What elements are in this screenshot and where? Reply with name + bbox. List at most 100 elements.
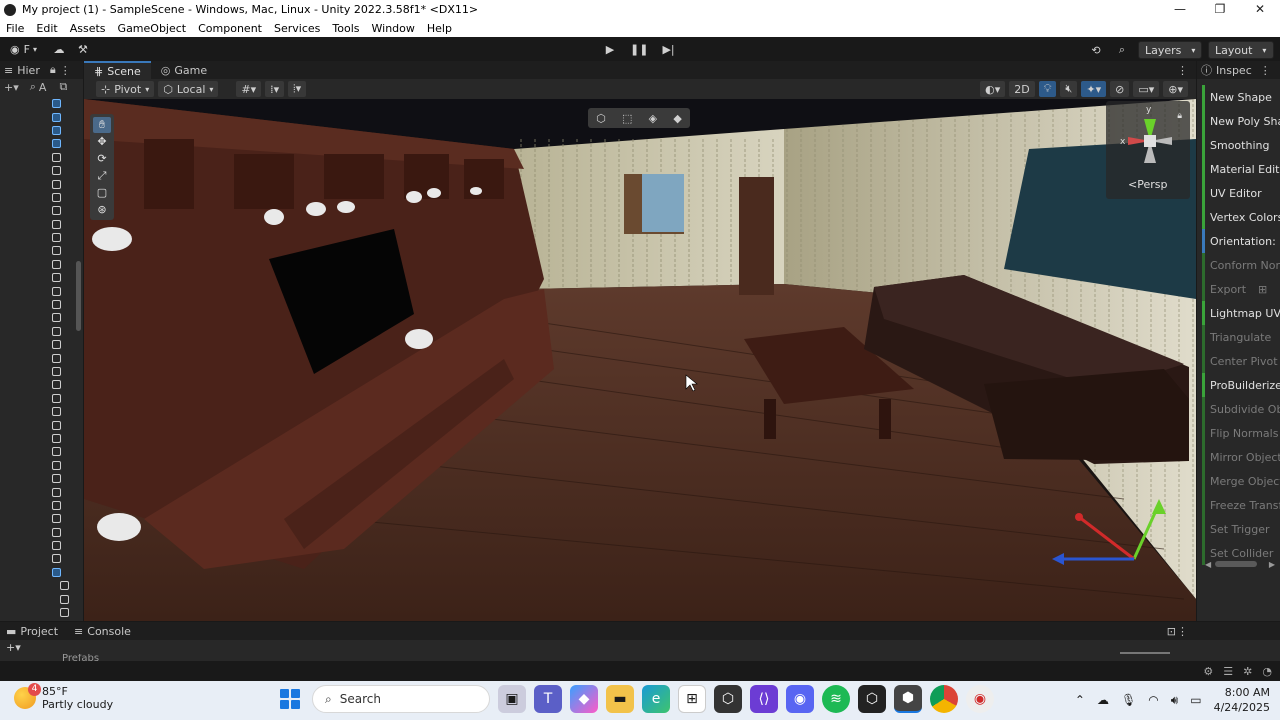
increment-snap-button[interactable]: ⦙▾ [288, 81, 307, 97]
wifi-icon[interactable]: ◠ [1148, 693, 1158, 707]
plus-icon[interactable]: ⊞ [1258, 283, 1267, 296]
spotify-icon[interactable]: ≋ [822, 685, 850, 713]
list-item[interactable] [0, 566, 84, 579]
list-item[interactable] [0, 392, 84, 405]
play-button[interactable]: ▶ [600, 39, 620, 59]
close-button[interactable]: ✕ [1240, 0, 1280, 19]
tab-scene[interactable]: ⋕ Scene [84, 61, 151, 79]
more-icon[interactable]: ⋮ [1177, 64, 1188, 77]
list-item[interactable] [0, 177, 84, 190]
list-item[interactable] [0, 459, 84, 472]
clock[interactable]: 8:00 AM 4/24/2025 [1214, 685, 1270, 715]
scene-visibility-icon[interactable]: ⧉ [59, 80, 67, 94]
pause-button[interactable]: ❚❚ [626, 39, 652, 59]
pb-center-pivot[interactable]: Center Pivot [1202, 349, 1280, 373]
taskbar-search[interactable]: ⌕ Search [312, 685, 490, 713]
windows-start-icon[interactable] [276, 685, 304, 713]
orientation-gizmo[interactable]: y x 🔒︎ <Persp [1106, 101, 1190, 199]
list-item[interactable] [0, 405, 84, 418]
layers-icon[interactable]: ☰ [1223, 665, 1233, 678]
grid-snap-button[interactable]: #▾ [236, 81, 262, 97]
pb-lightmap-uvs[interactable]: Lightmap UVs [1202, 301, 1280, 325]
pb-conform-normals[interactable]: Conform Norma [1202, 253, 1280, 277]
scene-viewport[interactable] [84, 99, 1196, 621]
cloud-button[interactable]: ☁ [49, 39, 69, 59]
list-item[interactable] [0, 231, 84, 244]
list-item[interactable] [0, 418, 84, 431]
pb-freeze-transform[interactable]: Freeze Transfo [1202, 493, 1280, 517]
chevron-left-icon[interactable]: ◀ [1205, 560, 1211, 569]
progress-icon[interactable]: ◔ [1262, 665, 1272, 678]
menu-help[interactable]: Help [421, 22, 458, 35]
pb-subdivide[interactable]: Subdivide Obje [1202, 397, 1280, 421]
list-item[interactable] [0, 378, 84, 391]
recorder-icon[interactable]: ◉ [966, 685, 994, 713]
pb-new-poly-shape[interactable]: New Poly Shap [1202, 109, 1280, 133]
grid-visibility-button[interactable]: ⁞▾ [265, 81, 285, 97]
hidden-objects-toggle[interactable]: ⊘ [1110, 81, 1130, 97]
hierarchy-tab[interactable]: ≡ Hier 🔒︎ ⋮ [0, 61, 83, 79]
list-item[interactable] [0, 552, 84, 565]
pb-smoothing[interactable]: Smoothing [1202, 133, 1280, 157]
hand-tool-icon[interactable]: ✋︎ [93, 116, 111, 133]
list-item[interactable] [0, 244, 84, 257]
list-item[interactable] [0, 472, 84, 485]
menu-window[interactable]: Window [366, 22, 421, 35]
menu-component[interactable]: Component [192, 22, 268, 35]
discord-icon[interactable]: ◉ [786, 685, 814, 713]
list-item[interactable] [0, 351, 84, 364]
local-toggle[interactable]: ⬡ Local ▾ [158, 81, 219, 97]
chevron-right-icon[interactable]: ▶ [1269, 560, 1275, 569]
pb-orientation[interactable]: Orientation: Loc [1202, 229, 1280, 253]
list-item[interactable] [0, 432, 84, 445]
more-icon[interactable]: ⋮ [60, 64, 71, 77]
add-button[interactable]: +▾ [4, 81, 19, 94]
search-icon[interactable]: ⌕ [30, 80, 36, 94]
lock-icon[interactable]: ⊡ [1167, 625, 1176, 638]
step-button[interactable]: ▶| [658, 39, 678, 59]
copilot-icon[interactable]: ◆ [570, 685, 598, 713]
pb-triangulate[interactable]: Triangulate [1202, 325, 1280, 349]
list-item[interactable] [0, 204, 84, 217]
menu-tools[interactable]: Tools [326, 22, 365, 35]
tab-console[interactable]: ≡ Console [74, 625, 131, 638]
microphone-icon[interactable]: 🎙︎ [1121, 693, 1136, 707]
lock-icon[interactable]: 🔒︎ [1177, 111, 1182, 121]
pivot-toggle[interactable]: ⊹ Pivot ▾ [96, 81, 155, 97]
list-item[interactable] [0, 110, 84, 123]
gizmos-button[interactable]: ⊕▾ [1163, 81, 1188, 97]
pb-export[interactable]: Export ⊞ [1202, 277, 1280, 301]
unity-icon[interactable]: ⬡ [858, 685, 886, 713]
camera-settings-button[interactable]: ▭▾ [1133, 81, 1160, 97]
face-select-icon[interactable]: ◆ [673, 112, 681, 125]
list-item[interactable] [0, 512, 84, 525]
draw-mode-button[interactable]: ◐▾ [980, 81, 1006, 97]
unity-editor-icon[interactable]: ⬢ [894, 685, 922, 713]
toggle-2d-button[interactable]: 2D [1009, 81, 1035, 97]
layout-dropdown[interactable]: Layout ▾ [1208, 41, 1274, 59]
chrome-icon[interactable] [930, 685, 958, 713]
list-item[interactable] [0, 526, 84, 539]
more-icon[interactable]: ⋮ [1177, 625, 1188, 638]
list-item[interactable] [0, 137, 84, 150]
minimize-button[interactable]: — [1160, 0, 1200, 19]
object-select-icon[interactable]: ⬡ [596, 112, 606, 125]
battery-icon[interactable]: ▭ [1190, 693, 1201, 707]
pb-probuilderize[interactable]: ProBuilderize [1202, 373, 1280, 397]
rotate-tool-icon[interactable]: ⟳ [93, 151, 111, 167]
add-button[interactable]: +▾ [6, 641, 21, 654]
list-item[interactable] [0, 311, 84, 324]
edge-select-icon[interactable]: ◈ [649, 112, 657, 125]
file-explorer-icon[interactable]: ▬ [606, 685, 634, 713]
list-item[interactable] [0, 499, 84, 512]
teams-icon[interactable]: T [534, 685, 562, 713]
debug-icon[interactable]: ✲ [1243, 665, 1252, 678]
collab-button[interactable]: ⚒ [73, 39, 93, 59]
pb-merge-objects[interactable]: Merge Objects [1202, 469, 1280, 493]
list-item[interactable] [0, 271, 84, 284]
list-item[interactable] [0, 539, 84, 552]
weather-widget[interactable]: 4 85°F Partly cloudy [14, 683, 113, 711]
list-item[interactable] [0, 258, 84, 271]
list-item[interactable] [0, 191, 84, 204]
pb-vertex-colors[interactable]: Vertex Colors [1202, 205, 1280, 229]
